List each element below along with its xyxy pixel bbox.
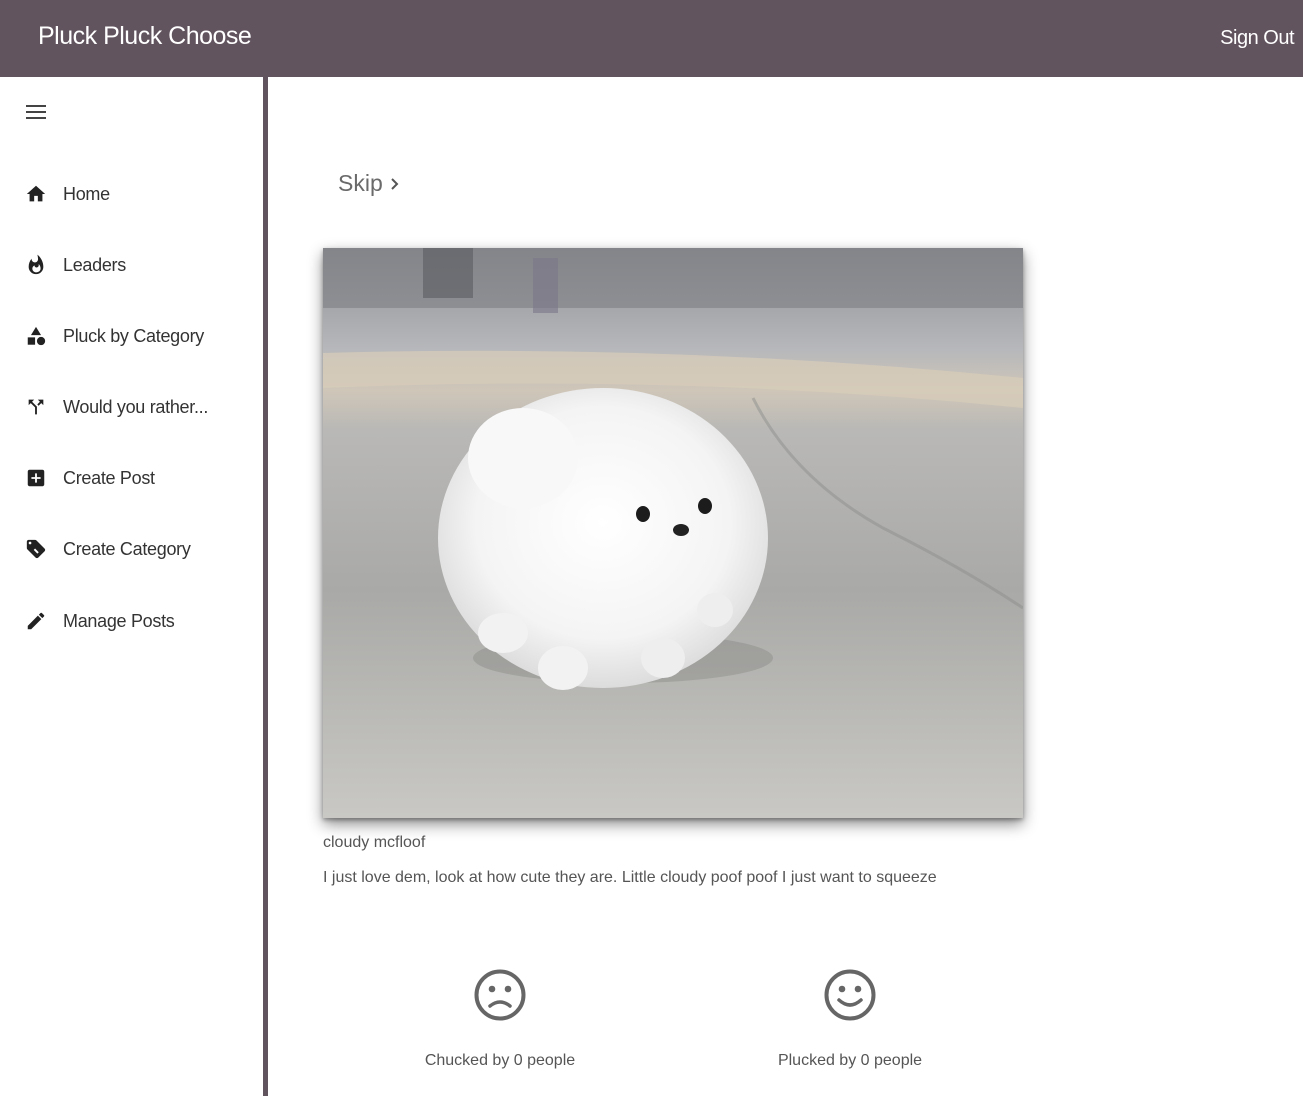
category-icon: [25, 325, 47, 347]
sidebar-item-label: Manage Posts: [63, 610, 175, 631]
post-description: I just love dem, look at how cute they a…: [323, 869, 937, 886]
sidebar-item-label: Create Category: [63, 538, 191, 559]
post-image[interactable]: [323, 248, 1023, 818]
pluck-button[interactable]: Plucked by 0 people: [730, 968, 970, 1070]
add-box-icon: [25, 467, 47, 489]
app-title[interactable]: Pluck Pluck Choose: [38, 22, 252, 51]
sidebar-item-home[interactable]: Home: [0, 170, 263, 218]
sidebar-divider: [263, 77, 268, 1096]
sidebar-item-label: Home: [63, 183, 110, 204]
puppy-photo: [323, 248, 1023, 818]
sidebar-item-label: Create Post: [63, 467, 155, 488]
app-bar: Pluck Pluck Choose Sign Out: [0, 0, 1303, 77]
sidebar-item-manage-posts[interactable]: Manage Posts: [0, 597, 263, 645]
sidebar-item-create-category[interactable]: Create Category: [0, 525, 263, 573]
sidebar-item-label: Would you rather...: [63, 396, 209, 417]
skip-label: Skip: [338, 170, 383, 196]
edit-icon: [25, 610, 47, 632]
chevron-right-icon: [389, 170, 401, 197]
happy-face-icon: [730, 968, 970, 1022]
sign-out-button[interactable]: Sign Out: [1220, 27, 1294, 50]
sad-face-icon: [380, 968, 620, 1022]
tags-icon: [25, 538, 47, 560]
post-title: cloudy mcfloof: [323, 834, 426, 851]
chuck-button[interactable]: Chucked by 0 people: [380, 968, 620, 1070]
fire-icon: [25, 254, 47, 276]
sidebar-item-leaders[interactable]: Leaders: [0, 241, 263, 289]
call-split-icon: [25, 396, 47, 418]
sidebar-item-label: Leaders: [63, 254, 126, 275]
sidebar-item-pluck-by-category[interactable]: Pluck by Category: [0, 312, 263, 360]
pluck-count-label: Plucked by 0 people: [777, 1052, 923, 1069]
chuck-count-label: Chucked by 0 people: [424, 1052, 576, 1069]
sidebar: [0, 77, 263, 1096]
sidebar-item-would-you-rather[interactable]: Would you rather...: [0, 383, 263, 431]
menu-icon[interactable]: [26, 104, 46, 120]
sidebar-item-label: Pluck by Category: [63, 325, 204, 346]
sidebar-item-create-post[interactable]: Create Post: [0, 454, 263, 502]
home-icon: [25, 183, 47, 205]
skip-button[interactable]: Skip: [338, 170, 401, 197]
